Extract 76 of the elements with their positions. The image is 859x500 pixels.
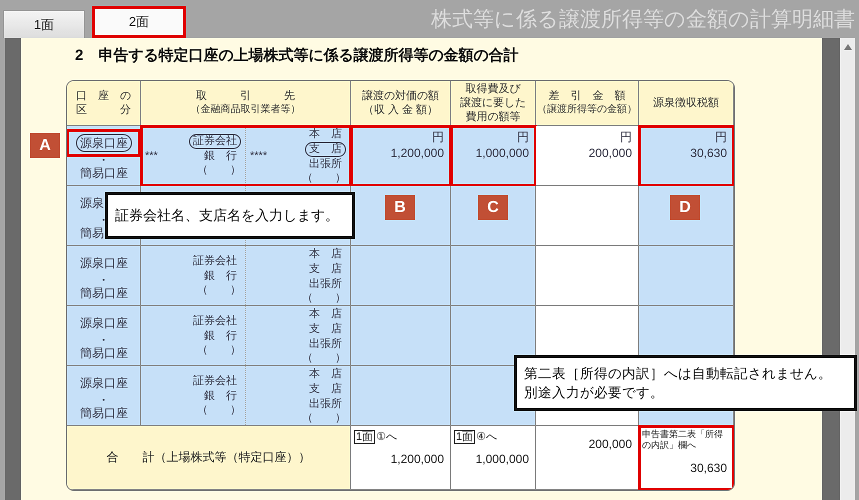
parenthesis: （ ）	[302, 352, 346, 364]
column-header: 取得費及び 譲渡に要した 費用の額等	[451, 81, 536, 126]
branch-type[interactable]: 本 店	[305, 306, 346, 322]
unit-label: 円	[620, 130, 632, 144]
account-option[interactable]: 簡易口座	[76, 404, 132, 422]
account-option[interactable]: 簡易口座	[76, 284, 132, 302]
section-heading: 2 申告する特定口座の上場株式等に係る譲渡所得等の金額の合計	[74, 46, 520, 66]
amount-value: 30,630	[690, 460, 727, 477]
company-type[interactable]: 銀 行	[200, 329, 241, 344]
unit-label: 円	[715, 130, 727, 144]
separator-dot: ・	[98, 156, 110, 164]
branch-name: ****	[250, 150, 268, 162]
separator-dot: ・	[98, 276, 110, 284]
branch-type[interactable]: 出張所	[305, 276, 346, 292]
account-option[interactable]: 源泉口座	[76, 254, 132, 272]
branch-type[interactable]: 支 店	[305, 262, 346, 276]
company-type[interactable]: 銀 行	[200, 269, 241, 284]
company-name: ***	[145, 150, 158, 162]
branch-type[interactable]: 本 店	[305, 126, 346, 142]
amount-value: 1,000,000	[476, 451, 529, 468]
parenthesis: （ ）	[302, 412, 346, 424]
account-option[interactable]: 簡易	[76, 224, 108, 242]
account-option[interactable]: 簡易口座	[76, 164, 132, 182]
separator-dot: ・	[98, 396, 110, 404]
unit-label: 円	[517, 130, 529, 144]
scroll-up-icon[interactable]	[844, 44, 852, 50]
tab[interactable]: 1面	[3, 10, 85, 38]
company-type[interactable]: 銀 行	[200, 149, 241, 164]
amount-value: 200,000	[588, 145, 632, 162]
branch-type[interactable]: 出張所	[305, 336, 346, 352]
branch-type[interactable]: 本 店	[305, 246, 346, 262]
marker-label: D	[670, 195, 700, 220]
branch-type[interactable]: 支 店	[305, 142, 346, 156]
column-header: 譲渡の対価の額 （収 入 金 額）	[351, 81, 451, 126]
company-type[interactable]: 証券会社	[189, 314, 241, 329]
amount-value: 200,000	[588, 436, 632, 453]
account-option[interactable]: 簡易口座	[76, 344, 132, 362]
amount-value: 30,630	[690, 145, 727, 162]
amount-value: 1,000,000	[476, 145, 529, 162]
total-label: 合 計（上場株式等（特定口座））	[67, 426, 351, 490]
reference-note: 1面 ④へ	[454, 429, 497, 444]
parenthesis: （ ）	[197, 284, 241, 297]
amount-value: 1,200,000	[390, 145, 444, 162]
account-option[interactable]: 源泉口座	[76, 374, 132, 392]
company-type[interactable]: 証券会社	[189, 134, 241, 149]
amount-value: 1,200,000	[390, 451, 444, 468]
marker-label: B	[385, 195, 415, 220]
company-type[interactable]: 証券会社	[189, 374, 241, 389]
branch-type[interactable]: 支 店	[305, 382, 346, 396]
reference-note: 申告書第二表「所得の内訳」欄へ	[642, 429, 724, 451]
account-option[interactable]: 源泉口座	[76, 134, 132, 152]
branch-type[interactable]: 本 店	[305, 366, 346, 382]
branch-type[interactable]: 出張所	[305, 156, 346, 172]
company-type[interactable]: 証券会社	[189, 254, 241, 269]
parenthesis: （ ）	[197, 404, 241, 417]
callout-note: 第二表［所得の内訳］へは自動転記されません。 別途入力が必要です。	[514, 355, 857, 411]
parenthesis: （ ）	[302, 292, 346, 304]
column-header: 源泉徴収税額	[639, 81, 734, 126]
parenthesis: （ ）	[197, 344, 241, 357]
tab[interactable]: 2面	[92, 6, 186, 38]
parenthesis: （ ）	[197, 164, 241, 177]
parenthesis: （ ）	[302, 172, 346, 184]
branch-type[interactable]: 出張所	[305, 396, 346, 412]
column-header: 取 引 先 （金融商品取引業者等）	[141, 81, 351, 126]
company-type[interactable]: 銀 行	[200, 389, 241, 404]
marker-label: C	[478, 195, 508, 220]
reference-note: 1面 ①へ	[354, 429, 397, 444]
separator-dot: ・	[98, 336, 110, 344]
column-header: 口 座 の 区 分	[67, 81, 141, 126]
account-option[interactable]: 源泉	[76, 194, 108, 212]
account-option[interactable]: 源泉口座	[76, 314, 132, 332]
callout-note: 証券会社名、支店名を入力します。	[105, 192, 355, 239]
unit-label: 円	[432, 130, 444, 144]
marker-label: A	[30, 133, 60, 158]
column-header: 差 引 金 額 （譲渡所得等の金額）	[536, 81, 639, 126]
branch-type[interactable]: 支 店	[305, 322, 346, 336]
